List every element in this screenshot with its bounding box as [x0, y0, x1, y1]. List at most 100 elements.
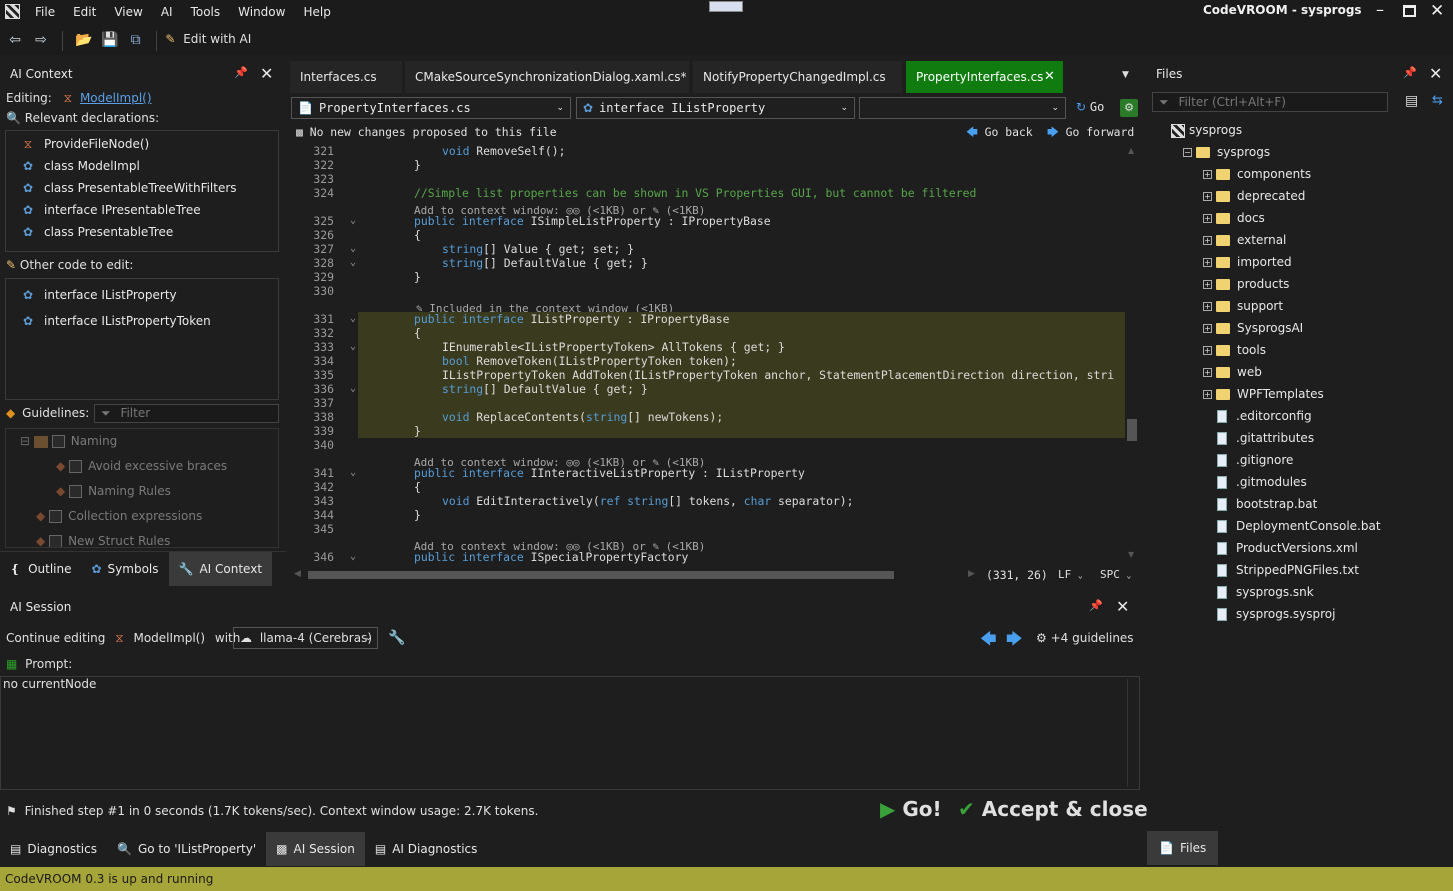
tree-file[interactable]: .gitattributes: [1155, 427, 1451, 449]
tree-file[interactable]: DeploymentConsole.bat: [1155, 515, 1451, 537]
code-line[interactable]: 339}: [292, 424, 1125, 438]
menu-edit[interactable]: Edit: [64, 0, 105, 24]
expand-icon[interactable]: +: [1203, 302, 1212, 311]
code-line[interactable]: 326 {: [292, 228, 1125, 242]
tab-outline[interactable]: ❴ Outline: [0, 552, 81, 586]
expand-icon[interactable]: +: [1203, 192, 1212, 201]
close-icon[interactable]: ✕: [1429, 64, 1442, 83]
prompt-textarea[interactable]: no currentNode: [0, 676, 1140, 790]
code-line[interactable]: 331 ⌄ public interface IListProperty : IPr…: [292, 312, 1125, 326]
list-item[interactable]: ✿ class PresentableTree: [6, 221, 278, 243]
tab-interfaces[interactable]: Interfaces.cs: [290, 61, 403, 93]
code-line[interactable]: 334 bool RemoveToken(IListPropertyToken t…: [292, 354, 1125, 368]
code-line[interactable]: 323: [292, 172, 1125, 186]
back-arrow-icon[interactable]: ⇦: [4, 29, 26, 51]
tree-folder[interactable]: + SysprogsAI: [1155, 317, 1451, 339]
tab-ai-session[interactable]: ▩ AI Session: [266, 832, 365, 866]
list-item[interactable]: ✿ interface IPresentableTree: [6, 199, 278, 221]
list-item[interactable]: ✿ class ModelImpl: [6, 155, 278, 177]
minimize-icon[interactable]: –: [1376, 0, 1384, 19]
expand-icon[interactable]: +: [1203, 214, 1212, 223]
member-combo[interactable]: ⌄: [859, 97, 1066, 119]
scroll-left-icon[interactable]: ◀: [294, 569, 301, 579]
code-line[interactable]: 337: [292, 396, 1125, 410]
maximize-icon[interactable]: [1403, 5, 1416, 17]
tree-folder[interactable]: + WPFTemplates: [1155, 383, 1451, 405]
file-combo[interactable]: 📄 PropertyInterfaces.cs ⌄: [291, 97, 571, 119]
edit-with-ai-button[interactable]: ✎ Edit with AI: [165, 30, 251, 48]
list-item[interactable]: ✿ class PresentableTreeWithFilters: [6, 177, 278, 199]
tab-ai-diagnostics[interactable]: ▤ AI Diagnostics: [365, 832, 488, 866]
close-window-icon[interactable]: ✕: [1430, 1, 1444, 21]
code-view[interactable]: 321 void RemoveSelf(); 322} 323 324//Simple …: [292, 144, 1125, 565]
go-back-button[interactable]: 🡄 Go back: [966, 125, 1033, 144]
tab-overflow-icon[interactable]: ▼: [1122, 70, 1129, 80]
list-item[interactable]: ✿ interface IListProperty: [6, 282, 278, 308]
menu-file[interactable]: File: [26, 0, 64, 24]
forward-arrow-icon[interactable]: ⇨: [30, 29, 52, 51]
code-line[interactable]: 338 void ReplaceContents(string[] newToke…: [292, 410, 1125, 424]
code-line[interactable]: 346 ⌄ public interface ISpecialPropertyFac…: [292, 550, 1125, 564]
tree-folder[interactable]: + components: [1155, 163, 1451, 185]
prompt-scrollbar[interactable]: [1127, 679, 1137, 787]
fold-chevron-icon[interactable]: ⌄: [348, 242, 358, 256]
expand-icon[interactable]: +: [1203, 368, 1212, 377]
next-arrow-icon[interactable]: 🡆: [1006, 628, 1023, 655]
scroll-right-icon[interactable]: ▶: [968, 569, 975, 579]
expand-icon[interactable]: +: [1203, 390, 1212, 399]
guidelines-filter-input[interactable]: ⏷ Filter: [94, 404, 279, 423]
code-line[interactable]: 344}: [292, 508, 1125, 522]
tree-file[interactable]: ProductVersions.xml: [1155, 537, 1451, 559]
fold-chevron-icon[interactable]: ⌄: [348, 550, 358, 564]
fold-chevron-icon[interactable]: ⌄: [348, 214, 358, 228]
code-line[interactable]: 330: [292, 284, 1125, 298]
menu-help[interactable]: Help: [294, 0, 339, 24]
tab-symbols[interactable]: ✿ Symbols: [81, 552, 168, 586]
guideline-item[interactable]: ◆ Naming Rules: [6, 479, 278, 504]
vertical-scrollbar[interactable]: ▲ ▼: [1126, 144, 1138, 565]
drag-handle-icon[interactable]: [709, 1, 743, 12]
code-line[interactable]: 332 {: [292, 326, 1125, 340]
tab-diagnostics[interactable]: ▤ Diagnostics: [0, 832, 107, 866]
code-line[interactable]: 342 {: [292, 480, 1125, 494]
code-line[interactable]: 321 void RemoveSelf();: [292, 144, 1125, 158]
scroll-thumb[interactable]: [1127, 419, 1137, 441]
fold-chevron-icon[interactable]: ⌄: [348, 312, 358, 326]
editing-target-link[interactable]: ModelImpl(): [80, 91, 152, 105]
tab-property-interfaces[interactable]: PropertyInterfaces.cs ✕: [906, 61, 1064, 93]
code-line[interactable]: 329}: [292, 270, 1125, 284]
tree-file[interactable]: StrippedPNGFiles.txt: [1155, 559, 1451, 581]
close-tab-icon[interactable]: ✕: [1044, 61, 1055, 93]
code-line[interactable]: 324 //Simple list properties can be shown…: [292, 186, 1125, 200]
sync-icon[interactable]: ⇆: [1432, 93, 1443, 108]
expand-icon[interactable]: +: [1203, 170, 1212, 179]
scroll-down-icon[interactable]: ▼: [1128, 550, 1134, 559]
code-line[interactable]: 345: [292, 522, 1125, 536]
tree-file[interactable]: bootstrap.bat: [1155, 493, 1451, 515]
list-item[interactable]: ⧖ ProvideFileNode(): [6, 133, 278, 155]
files-filter-input[interactable]: ⏷ Filter (Ctrl+Alt+F): [1152, 92, 1388, 112]
tree-root[interactable]: sysprogs: [1155, 119, 1451, 141]
save-all-icon[interactable]: ⧉: [125, 29, 147, 51]
tree-file[interactable]: sysprogs.sysproj: [1155, 603, 1451, 625]
go-run-button[interactable]: ▶ Go!: [880, 797, 942, 821]
code-line[interactable]: 327 ⌄ string[] Value { get; set; }: [292, 242, 1125, 256]
code-line[interactable]: 341 ⌄ public interface IInteractiveListPro…: [292, 466, 1125, 480]
tree-folder[interactable]: + external: [1155, 229, 1451, 251]
h-scroll-thumb[interactable]: [308, 571, 894, 579]
collapse-all-icon[interactable]: ▤: [1405, 93, 1418, 109]
tree-file[interactable]: .editorconfig: [1155, 405, 1451, 427]
symbol-combo[interactable]: ✿ interface IListProperty ⌄: [576, 97, 855, 119]
pin-icon[interactable]: 📌: [234, 66, 248, 79]
code-line[interactable]: 343 void EditInteractively(ref string[] t…: [292, 494, 1125, 508]
horizontal-scrollbar[interactable]: ◀ ▶: [292, 568, 975, 582]
indent-selector[interactable]: SPC ⌄: [1100, 568, 1131, 581]
accept-close-button[interactable]: ✔ Accept & close: [958, 797, 1148, 821]
tree-folder[interactable]: + docs: [1155, 207, 1451, 229]
guideline-item[interactable]: ◆ Avoid excessive braces: [6, 454, 278, 479]
tree-folder[interactable]: + support: [1155, 295, 1451, 317]
expand-icon[interactable]: +: [1203, 236, 1212, 245]
tree-file[interactable]: .gitmodules: [1155, 471, 1451, 493]
menu-window[interactable]: Window: [229, 0, 294, 24]
robot-icon[interactable]: ⚙: [1120, 99, 1138, 117]
